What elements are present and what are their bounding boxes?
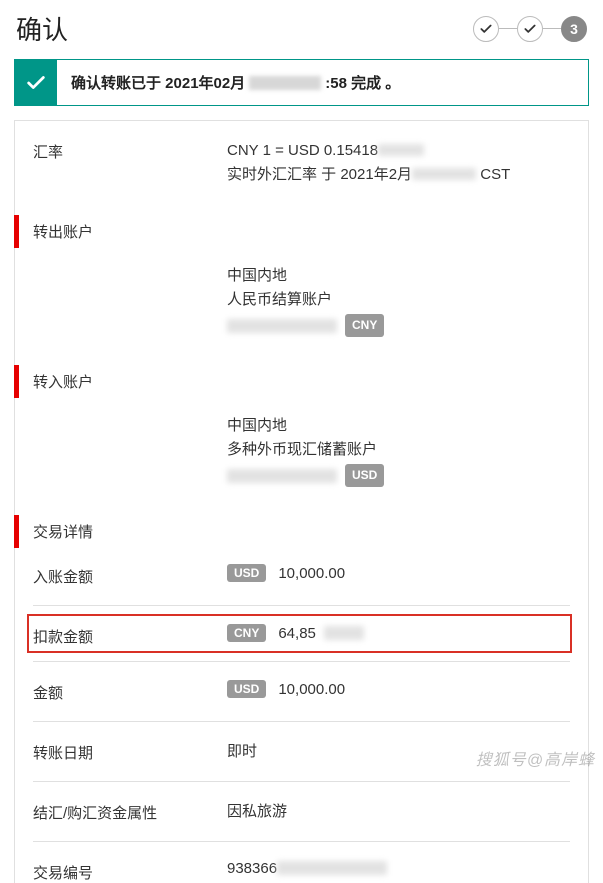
divider <box>33 841 570 842</box>
step-connector <box>499 28 517 29</box>
rate-line-2: 实时外汇汇率 于 2021年2月 CST <box>227 163 570 187</box>
section-transfer-out: 转出账户 <box>15 213 588 250</box>
divider <box>33 661 570 662</box>
amount-value-prefix: 64,85 <box>278 625 316 642</box>
value-transaction-id: 938366 <box>227 860 570 877</box>
label-transfer-date: 转账日期 <box>33 740 227 763</box>
row-transfer-in: 中国内地 多种外币现汇储蓄账户 USD <box>15 414 588 487</box>
redacted-segment <box>378 144 424 156</box>
divider <box>33 605 570 606</box>
value-amount: USD 10,000.00 <box>227 680 570 698</box>
details-card: 汇率 CNY 1 = USD 0.15418 实时外汇汇率 于 2021年2月 … <box>14 120 589 883</box>
page-title: 确认 <box>16 10 68 47</box>
page-header: 确认 3 <box>0 0 603 55</box>
account-type: 多种外币现汇储蓄账户 <box>227 438 570 462</box>
row-credit-amount: 入账金额 USD 10,000.00 <box>15 564 588 587</box>
redacted-segment <box>412 168 476 180</box>
section-transfer-in: 转入账户 <box>15 363 588 400</box>
redacted-segment <box>227 469 337 483</box>
check-icon <box>523 22 537 36</box>
rate-line-1: CNY 1 = USD 0.15418 <box>227 139 570 163</box>
row-debit-amount: 扣款金额 CNY 64,85 <box>15 624 588 647</box>
page-container: 确认 3 确认转账已于 2021年02月 :58 完成 。 <box>0 0 603 883</box>
section-transaction-details: 交易详情 <box>15 513 588 550</box>
step-connector <box>543 28 561 29</box>
label-transaction-id: 交易编号 <box>33 860 227 883</box>
account-number-row: CNY <box>227 314 570 337</box>
redacted-segment <box>249 76 321 90</box>
value-transfer-date: 即时 <box>227 740 570 761</box>
value-credit-amount: USD 10,000.00 <box>227 564 570 582</box>
account-region: 中国内地 <box>227 264 570 288</box>
value-exchange-rate: CNY 1 = USD 0.15418 实时外汇汇率 于 2021年2月 CST <box>227 139 570 187</box>
row-amount: 金额 USD 10,000.00 <box>15 680 588 703</box>
row-fund-purpose: 结汇/购汇资金属性 因私旅游 <box>15 800 588 823</box>
row-transfer-date: 转账日期 即时 <box>15 740 588 763</box>
success-icon-box <box>15 60 57 105</box>
label-credit-amount: 入账金额 <box>33 564 227 587</box>
redacted-segment <box>227 319 337 333</box>
check-icon <box>25 72 47 94</box>
alert-text-suffix: :58 完成 。 <box>325 72 400 93</box>
step-3: 3 <box>561 16 587 42</box>
transfer-in-account: 中国内地 多种外币现汇储蓄账户 USD <box>227 414 570 487</box>
label-exchange-rate: 汇率 <box>33 139 227 162</box>
alert-text-prefix: 确认转账已于 2021年02月 <box>71 72 245 93</box>
success-alert: 确认转账已于 2021年02月 :58 完成 。 <box>14 59 589 106</box>
step-1 <box>473 16 499 42</box>
value-debit-amount: CNY 64,85 <box>227 624 570 642</box>
amount-value: 10,000.00 <box>278 681 345 698</box>
transfer-out-account: 中国内地 人民币结算账户 CNY <box>227 264 570 337</box>
account-region: 中国内地 <box>227 414 570 438</box>
currency-badge: CNY <box>345 314 384 337</box>
amount-value: 10,000.00 <box>278 565 345 582</box>
divider <box>33 721 570 722</box>
progress-stepper: 3 <box>473 16 587 42</box>
alert-message: 确认转账已于 2021年02月 :58 完成 。 <box>57 60 588 105</box>
account-number-row: USD <box>227 464 570 487</box>
row-transfer-out: 中国内地 人民币结算账户 CNY <box>15 264 588 337</box>
label-amount: 金额 <box>33 680 227 703</box>
currency-badge: USD <box>227 564 266 582</box>
redacted-segment <box>324 626 364 640</box>
value-fund-purpose: 因私旅游 <box>227 800 570 821</box>
account-type: 人民币结算账户 <box>227 288 570 312</box>
row-transaction-id: 交易编号 938366 <box>15 860 588 883</box>
label-debit-amount: 扣款金额 <box>33 624 227 647</box>
check-icon <box>479 22 493 36</box>
row-exchange-rate: 汇率 CNY 1 = USD 0.15418 实时外汇汇率 于 2021年2月 … <box>15 139 588 187</box>
alert-container: 确认转账已于 2021年02月 :58 完成 。 <box>0 55 603 120</box>
currency-badge: CNY <box>227 624 266 642</box>
currency-badge: USD <box>227 680 266 698</box>
currency-badge: USD <box>345 464 384 487</box>
redacted-segment <box>277 861 387 875</box>
step-2 <box>517 16 543 42</box>
label-fund-purpose: 结汇/购汇资金属性 <box>33 800 227 823</box>
